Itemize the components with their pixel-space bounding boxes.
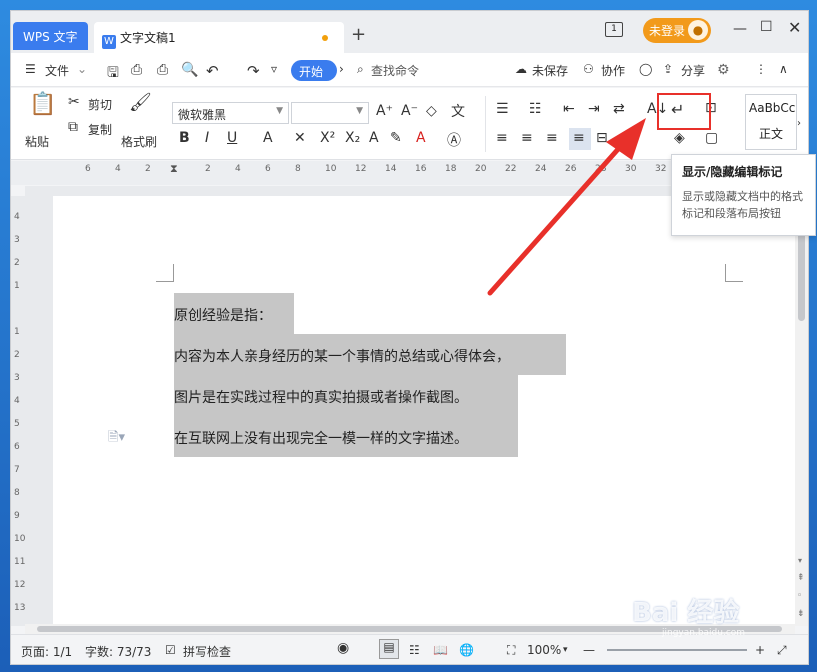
annotation-arrow (487, 118, 646, 296)
watermark-subtitle: jingyan.baidu.com (662, 628, 746, 638)
arrow-shaft (487, 135, 631, 296)
watermark-logo: Bai 经验 (632, 598, 740, 628)
